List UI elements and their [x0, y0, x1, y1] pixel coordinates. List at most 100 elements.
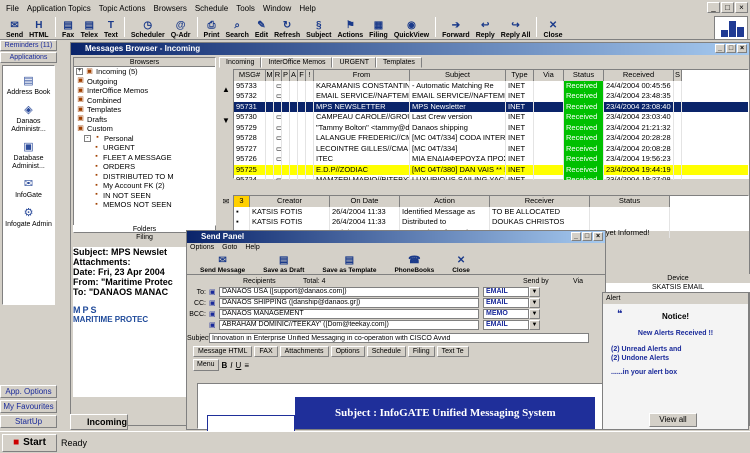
folder-item[interactable]: ▪ DISTRIBUTED TO M	[76, 172, 215, 182]
column-header[interactable]: Received	[604, 70, 674, 81]
expand-icon[interactable]: +	[76, 68, 83, 76]
routing-row[interactable]: ▪ KATSIS FOTIS 26/4/2004 11:33 Identified M…	[234, 206, 748, 217]
message-row[interactable]: 95731 MPS NEWSLETTER MPS Newsletter INET Rec…	[234, 101, 748, 112]
column-header[interactable]: Via	[534, 70, 564, 81]
menu-item[interactable]: Topic Actions	[95, 4, 150, 13]
taskbar-incoming[interactable]: Incoming	[70, 414, 128, 430]
menu-item[interactable]: File	[2, 4, 23, 13]
app-database-admin[interactable]: ▣ Database Administ...	[3, 140, 54, 171]
column-header[interactable]: M	[266, 70, 274, 81]
message-row[interactable]: 95727 ▭ LECOINTRE GILLES//CMA[MC 04T/334]I…	[234, 143, 748, 154]
maximize-icon[interactable]: □	[726, 44, 736, 53]
routing-column[interactable]: Creator	[250, 196, 330, 207]
folder-item[interactable]: ▣ Outgoing	[76, 77, 215, 87]
app-infogate-admin[interactable]: ⚙ Infogate Admin	[3, 206, 54, 229]
send-toolbar-button[interactable]: ▤ Save as Template	[319, 250, 379, 274]
menu-button[interactable]: Menu	[193, 359, 219, 371]
toolbar-button[interactable]: ✕ Close	[540, 15, 565, 39]
toolbar-button[interactable]: ◉ QuickView	[391, 15, 432, 39]
folder-item[interactable]: - ▪ Personal	[76, 134, 215, 144]
folder-item[interactable]: ▪ IN NOT SEEN	[76, 191, 215, 201]
format-tab[interactable]: Options	[330, 346, 365, 357]
send-toolbar-button[interactable]: ☎ PhoneBooks	[391, 250, 437, 274]
toolbar-button[interactable]: ➔ Forward	[439, 15, 473, 39]
recipient-value[interactable]: DANAOS MANAGEMENT	[219, 309, 479, 319]
column-header[interactable]: Type	[506, 70, 534, 81]
app-options-button[interactable]: App. Options	[0, 385, 57, 398]
message-row[interactable]: 95730 ▭ CAMPEAU CAROLE//GROUPLast Crew ver…	[234, 112, 748, 123]
folder-item[interactable]: ▪ URGENT	[76, 143, 215, 153]
minimize-icon[interactable]: _	[707, 2, 720, 13]
recipient-value[interactable]: DANAOS SHIPPING ([danship@danaos.gr])	[219, 298, 479, 308]
menu-item[interactable]: Help	[295, 4, 319, 13]
underline-icon[interactable]: U	[236, 361, 242, 370]
folder-item[interactable]: + ▣ Incoming (5)	[76, 67, 215, 77]
recipient-value[interactable]: ABRAHAM DOMINIC//TEEKAY' ([Dom@teekay.co…	[219, 320, 479, 330]
routing-column[interactable]: Status	[590, 196, 670, 207]
format-tab[interactable]: FAX	[254, 346, 278, 357]
folder-item[interactable]: ▪ FLEET A MESSAGE	[76, 153, 215, 163]
down-arrow-icon[interactable]: ▼	[219, 116, 233, 125]
menu-item[interactable]: Window	[259, 4, 295, 13]
toolbar-button[interactable]: § Subject	[303, 15, 334, 39]
align-icon[interactable]: ≡	[244, 361, 249, 370]
close-icon[interactable]: ×	[737, 44, 747, 53]
recipient-via[interactable]: EMAIL	[483, 298, 529, 308]
folder-item[interactable]: ▣ Combined	[76, 96, 215, 106]
message-row[interactable]: 95725 E.D.P//ZODIAC [MC 04T/380] DAN VAIS …	[234, 164, 748, 175]
applications-tab[interactable]: Applications	[0, 52, 57, 63]
close-icon[interactable]: ×	[593, 232, 603, 241]
italic-icon[interactable]: I	[230, 361, 232, 370]
recipient-via[interactable]: EMAIL	[483, 320, 529, 330]
start-button[interactable]: ■ Start	[2, 433, 57, 452]
toolbar-button[interactable]: ↻ Refresh	[271, 15, 303, 39]
message-tab[interactable]: Incoming	[219, 57, 262, 68]
toolbar-button[interactable]: ⌕ Search	[223, 15, 252, 39]
toolbar-button[interactable]: ▤ Fax	[59, 15, 78, 39]
column-header[interactable]: Status	[564, 70, 604, 81]
folder-item[interactable]: ▣ Drafts	[76, 115, 215, 125]
toolbar-button[interactable]: H HTML	[26, 15, 51, 39]
format-tab[interactable]: Text Te	[436, 346, 469, 357]
reminders-tab[interactable]: Reminders (11)	[0, 40, 57, 51]
column-header[interactable]: P	[282, 70, 290, 81]
column-header[interactable]: A	[290, 70, 298, 81]
bold-icon[interactable]: B	[222, 361, 228, 370]
routing-column[interactable]: 3	[234, 196, 250, 207]
horizontal-scrollbar[interactable]	[233, 180, 749, 188]
message-row[interactable]: 95733 ▭ KARAMANIS CONSTANTINE/IRC- Automat…	[234, 80, 748, 91]
folder-item[interactable]: ▣ Templates	[76, 105, 215, 115]
recipient-value[interactable]: DANAOS USA ([support@danaos.com])	[219, 287, 479, 297]
menu-item[interactable]: Application Topics	[23, 4, 95, 13]
minimize-icon[interactable]: _	[715, 44, 725, 53]
message-row[interactable]: 95728 ▭ LALANGUE FREDERIC//CMA[MC 04T/334]…	[234, 133, 748, 144]
my-favourites-button[interactable]: My Favourites	[0, 400, 57, 413]
message-row[interactable]: 95726 ▭ ITECΜΙΑ ΕΝΔΙΑΦΕΡΟΥΣΑ ΠΡΟΣΦΟΡΑINET R…	[234, 154, 748, 165]
app-danaos-admin[interactable]: ◈ Danaos Administr...	[3, 103, 54, 134]
recipient-via[interactable]: MEMO	[483, 309, 529, 319]
message-row[interactable]: 95729 ▭ "Tammy Bolton" <tammy@diveDanaos s…	[234, 122, 748, 133]
menu-item[interactable]: Browsers	[149, 4, 190, 13]
chevron-down-icon[interactable]: ▼	[529, 298, 540, 308]
column-header[interactable]: S	[674, 70, 682, 81]
format-tab[interactable]: Filing	[407, 346, 435, 357]
column-header[interactable]: R	[274, 70, 282, 81]
toolbar-button[interactable]: ↪ Reply All	[498, 15, 534, 39]
up-arrow-icon[interactable]: ▲	[219, 85, 233, 94]
toolbar-button[interactable]: T Text	[101, 15, 121, 39]
routing-column[interactable]: On Date	[330, 196, 400, 207]
menu-item[interactable]: Tools	[232, 4, 259, 13]
chevron-down-icon[interactable]: ▼	[529, 320, 540, 330]
maximize-icon[interactable]: □	[582, 232, 592, 241]
recipient-via[interactable]: EMAIL	[483, 287, 529, 297]
routing-row[interactable]: ▪ KATSIS FOTIS 26/4/2004 11:33 Distributed …	[234, 217, 748, 228]
send-toolbar-button[interactable]: ✕ Close	[449, 250, 473, 274]
chevron-down-icon[interactable]: ▼	[529, 309, 540, 319]
format-tab[interactable]: Message HTML	[193, 346, 253, 357]
format-tab[interactable]: Schedule	[366, 346, 406, 357]
message-tab[interactable]: URGENT	[332, 57, 377, 68]
expand-icon[interactable]: -	[84, 134, 91, 142]
folder-item[interactable]: ▣ Custom	[76, 124, 215, 134]
maximize-icon[interactable]: □	[721, 2, 734, 13]
folder-item[interactable]: ▪ ORDERS	[76, 162, 215, 172]
